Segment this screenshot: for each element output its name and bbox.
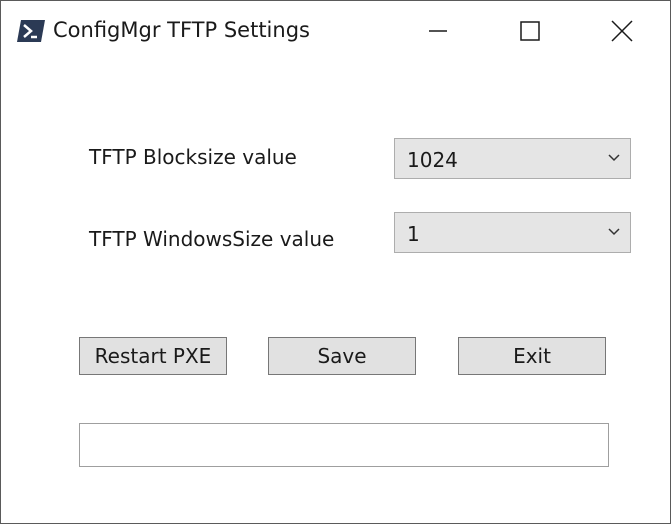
windowsize-value: 1 (407, 222, 420, 246)
minimize-icon (429, 30, 447, 32)
minimize-button[interactable] (403, 1, 473, 61)
exit-button[interactable]: Exit (458, 337, 606, 375)
status-textbox[interactable] (79, 423, 609, 467)
app-window: ConfigMgr TFTP Settings TFTP Blocksize v… (0, 0, 671, 524)
title-bar[interactable]: ConfigMgr TFTP Settings (1, 1, 670, 61)
restart-pxe-button[interactable]: Restart PXE (79, 337, 227, 375)
close-button[interactable] (587, 1, 657, 61)
windowsize-label: TFTP WindowsSize value (89, 227, 335, 251)
close-icon (611, 20, 633, 42)
windowsize-dropdown[interactable]: 1 (394, 212, 631, 253)
blocksize-dropdown[interactable]: 1024 (394, 138, 631, 179)
blocksize-label: TFTP Blocksize value (89, 145, 297, 169)
maximize-button[interactable] (495, 1, 565, 61)
window-title: ConfigMgr TFTP Settings (53, 18, 310, 42)
chevron-down-icon (608, 228, 620, 236)
blocksize-value: 1024 (407, 148, 458, 172)
maximize-icon (520, 21, 540, 41)
chevron-down-icon (608, 154, 620, 162)
powershell-icon (17, 20, 45, 42)
save-button[interactable]: Save (268, 337, 416, 375)
